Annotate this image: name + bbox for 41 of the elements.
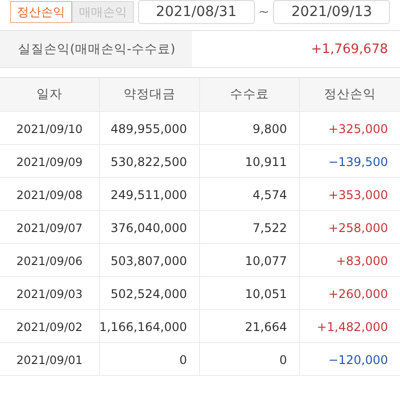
end-date-field[interactable]: 2021/09/13 [273, 0, 390, 24]
table-cell: 21,664 [200, 310, 300, 343]
table-cell: 2021/09/03 [0, 277, 100, 310]
table-cell-text: −120,000 [327, 352, 389, 368]
table-cell: 489,955,000 [100, 112, 200, 145]
table-cell: 503,807,000 [100, 244, 200, 277]
table-cell-text: −139,500 [327, 154, 389, 170]
table-cell: 2021/09/08 [0, 178, 100, 211]
range-separator: ~ [258, 4, 270, 20]
table-cell-text: +258,000 [327, 220, 389, 236]
column-header: 수수료 [200, 78, 300, 111]
table-cell-text: +325,000 [327, 120, 389, 138]
summary-label: 실질손익(매매손익-수수료) [0, 31, 192, 67]
table-cell-text: +83,000 [334, 252, 389, 270]
table-cell: 249,511,000 [100, 178, 200, 211]
table-cell: 2021/09/09 [0, 145, 100, 178]
table-cell: 502,524,000 [100, 277, 200, 310]
table-cell: 2021/09/01 [0, 343, 100, 376]
table-cell: 10,051 [200, 277, 300, 310]
table-cell: 2021/09/06 [0, 244, 100, 277]
column-header: 정산손익 [323, 85, 377, 103]
table-cell: 2021/09/02 [0, 310, 100, 343]
table-cell-text: +260,000 [327, 286, 389, 302]
table-cell: 376,040,000 [100, 211, 200, 244]
table-cell: 0 [200, 343, 300, 376]
table-cell: 4,574 [200, 178, 300, 211]
table-cell: 9,800 [200, 112, 300, 145]
table-cell: 2021/09/07 [0, 211, 100, 244]
table-cell: 10,911 [200, 145, 300, 178]
table-cell: 530,822,500 [100, 145, 200, 178]
summary-value: +1,769,678 [310, 40, 389, 58]
column-header: 일자 [0, 78, 100, 111]
table-cell-text: +1,482,000 [316, 318, 389, 336]
table-cell: 10,077 [200, 244, 300, 277]
table-cell-text: +353,000 [327, 186, 389, 204]
table-cell: 0 [100, 343, 200, 376]
start-date-field[interactable]: 2021/08/31 [138, 0, 255, 24]
table-cell: 2021/09/10 [0, 112, 100, 145]
column-header: 약정대금 [100, 78, 200, 111]
table-cell: 7,522 [200, 211, 300, 244]
table-cell: 1,166,164,000 [100, 310, 200, 343]
